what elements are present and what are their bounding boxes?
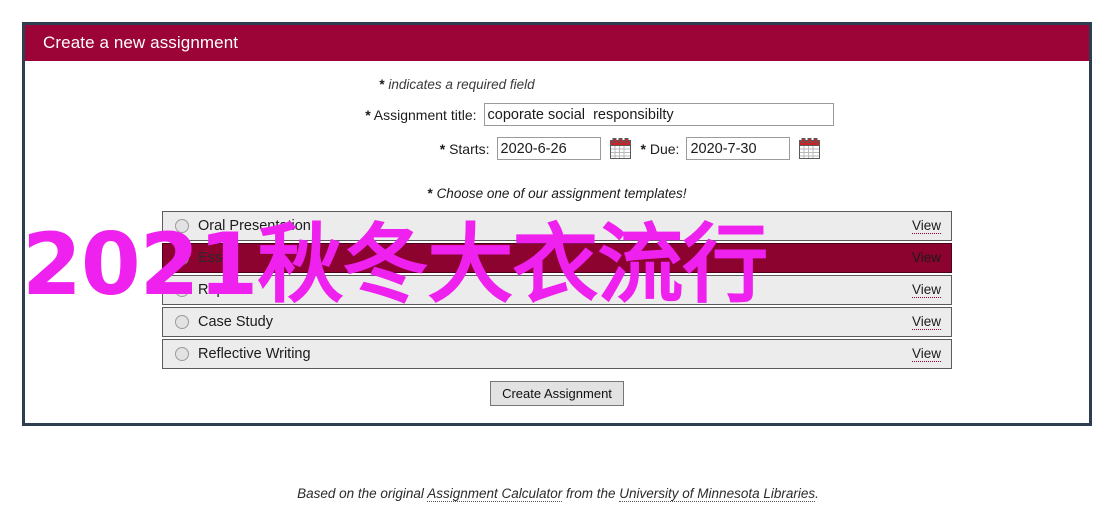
submit-row: Create Assignment xyxy=(25,381,1089,406)
assignment-title-row: * Assignment title: xyxy=(25,103,1089,126)
assignment-title-label-text: Assignment title: xyxy=(373,106,477,123)
choose-template-note: * Choose one of our assignment templates… xyxy=(25,186,1089,201)
view-link[interactable]: View xyxy=(911,250,941,266)
create-assignment-button[interactable]: Create Assignment xyxy=(490,381,624,406)
required-star: * xyxy=(379,77,385,92)
choose-template-note-text: Choose one of our assignment templates! xyxy=(436,186,687,201)
umn-libraries-link[interactable]: University of Minnesota Libraries xyxy=(619,486,816,502)
view-link[interactable]: View xyxy=(911,314,941,330)
panel-header: Create a new assignment xyxy=(25,25,1089,61)
radio-icon[interactable] xyxy=(175,283,189,297)
page-footer: Based on the original Assignment Calcula… xyxy=(0,486,1116,502)
template-row-reflective-writing[interactable]: Reflective Writing View xyxy=(162,339,952,369)
required-star: * xyxy=(365,106,371,123)
page-title: Create a new assignment xyxy=(43,33,239,52)
starts-date-label: * Starts: xyxy=(294,141,497,157)
assignment-title-input[interactable] xyxy=(483,103,834,126)
view-link[interactable]: View xyxy=(911,282,941,298)
template-row-essay[interactable]: Essay View xyxy=(162,243,952,273)
view-link[interactable]: View xyxy=(911,218,941,234)
calendar-icon[interactable] xyxy=(799,138,821,159)
template-label: Oral Presentation xyxy=(198,218,311,234)
view-link[interactable]: View xyxy=(911,346,941,362)
footer-prefix: Based on the original xyxy=(297,486,428,501)
radio-icon[interactable] xyxy=(175,219,189,233)
required-star: * xyxy=(640,140,646,157)
assignment-title-label: * Assignment title: xyxy=(281,107,484,123)
footer-suffix: . xyxy=(815,486,819,501)
template-label: Report xyxy=(198,282,242,298)
dates-row: * Starts: * D xyxy=(25,137,1089,160)
due-date-input[interactable] xyxy=(686,137,791,160)
template-label: Case Study xyxy=(198,314,273,330)
due-date-label: * Due: xyxy=(631,141,687,157)
create-assignment-panel: Create a new assignment * indicates a re… xyxy=(22,22,1092,426)
assignment-calculator-link[interactable]: Assignment Calculator xyxy=(427,486,563,502)
template-label: Essay xyxy=(198,250,238,266)
template-row-oral-presentation[interactable]: Oral Presentation View xyxy=(162,211,952,241)
required-star: * xyxy=(427,186,433,201)
due-date-label-text: Due: xyxy=(649,140,680,157)
footer-middle: from the xyxy=(562,486,620,501)
starts-date-label-text: Starts: xyxy=(449,140,490,157)
required-star: * xyxy=(439,140,446,157)
radio-icon[interactable] xyxy=(175,347,189,361)
calendar-icon[interactable] xyxy=(609,138,631,159)
starts-date-input[interactable] xyxy=(496,137,601,160)
required-note-text: indicates a required field xyxy=(388,77,535,92)
radio-icon[interactable] xyxy=(175,315,189,329)
template-row-report[interactable]: Report View xyxy=(162,275,952,305)
template-label: Reflective Writing xyxy=(198,346,311,362)
template-row-case-study[interactable]: Case Study View xyxy=(162,307,952,337)
required-field-note: * indicates a required field xyxy=(25,77,1089,92)
template-list: Oral Presentation View Essay View Report… xyxy=(162,211,952,369)
radio-icon[interactable] xyxy=(175,251,189,265)
